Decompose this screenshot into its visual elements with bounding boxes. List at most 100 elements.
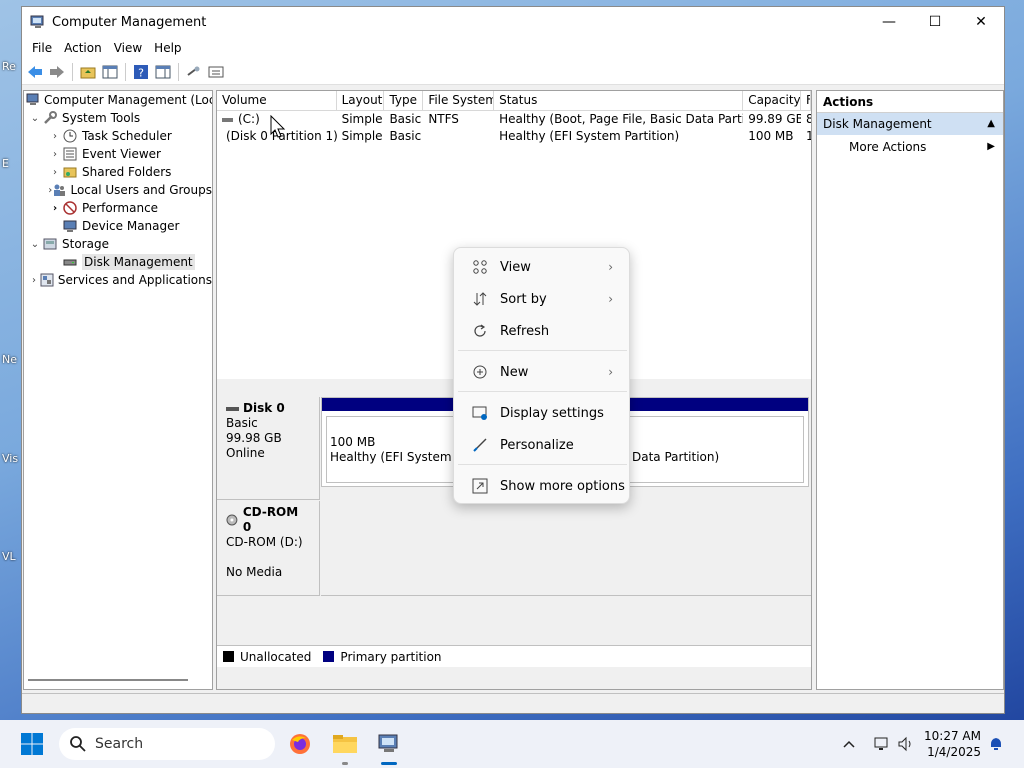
collapse-up-icon[interactable]: ▲: [987, 113, 995, 135]
event-viewer-icon: [62, 146, 78, 162]
context-item-view[interactable]: View ›: [458, 252, 627, 282]
tree-item-device-manager[interactable]: Device Manager: [24, 217, 212, 235]
title-bar[interactable]: Computer Management — ☐ ✕: [22, 7, 1004, 37]
tree-item-disk-management[interactable]: Disk Management: [24, 253, 212, 271]
disk-icon: [226, 406, 239, 411]
tree-item-task-scheduler[interactable]: › Task Scheduler: [24, 127, 212, 145]
drive-icon: [222, 117, 233, 122]
chevron-right-icon[interactable]: ›: [48, 149, 62, 160]
menu-action[interactable]: Action: [58, 41, 108, 55]
tree-item-system-tools[interactable]: ⌄ System Tools: [24, 109, 212, 127]
back-arrow-icon[interactable]: [26, 63, 44, 81]
network-icon[interactable]: [870, 728, 894, 760]
column-header-file-system[interactable]: File System: [423, 91, 495, 110]
help-icon[interactable]: ?: [132, 63, 150, 81]
chevron-right-icon: ▶: [987, 141, 995, 152]
system-clock[interactable]: 10:27 AM 1/4/2025: [924, 728, 981, 760]
grid-icon: [468, 259, 492, 275]
context-item-label: Sort by: [500, 291, 547, 307]
storage-icon: [42, 236, 58, 252]
column-header-status[interactable]: Status: [494, 91, 744, 110]
forward-arrow-icon[interactable]: [48, 63, 66, 81]
show-hide-tree-icon[interactable]: [101, 63, 119, 81]
tree-item-storage[interactable]: ⌄ Storage: [24, 235, 212, 253]
volume-icon[interactable]: [894, 728, 918, 760]
taskbar-search[interactable]: Search: [59, 728, 275, 760]
actions-pane: Actions Disk Management ▲ More Actions ▶: [816, 90, 1004, 690]
chevron-up-icon[interactable]: [834, 728, 864, 760]
brush-icon: [468, 437, 492, 453]
computer-management-taskbar-icon[interactable]: [373, 728, 405, 765]
chevron-right-icon[interactable]: ›: [48, 203, 62, 214]
desktop-label-vis[interactable]: Vis: [2, 452, 18, 465]
chevron-down-icon[interactable]: ⌄: [28, 239, 42, 250]
context-item-new[interactable]: New ›: [458, 357, 627, 387]
up-folder-icon[interactable]: [79, 63, 97, 81]
cell-file-system: [423, 128, 494, 145]
context-item-refresh[interactable]: Refresh: [458, 316, 627, 346]
firefox-icon[interactable]: [284, 728, 316, 760]
column-header-type[interactable]: Type: [384, 91, 424, 110]
tree-item-root[interactable]: Computer Management (Local: [24, 91, 212, 109]
cdrom-icon: [226, 514, 238, 526]
disk-list-icon[interactable]: [207, 63, 225, 81]
desktop-context-menu: View › Sort by › Refresh New › Display s…: [453, 247, 630, 504]
actions-header: Actions: [817, 91, 1003, 113]
tree-label: Device Manager: [82, 219, 180, 233]
desktop-label-ne[interactable]: Ne: [2, 353, 17, 366]
cdrom-label[interactable]: CD-ROM 0 CD-ROM (D:) No Media: [217, 501, 320, 596]
properties-pane-icon[interactable]: [154, 63, 172, 81]
desktop-label-e[interactable]: E: [2, 157, 9, 170]
menu-file[interactable]: File: [26, 41, 58, 55]
table-row[interactable]: (C:) Simple Basic NTFS Healthy (Boot, Pa…: [217, 111, 811, 128]
mouse-cursor-icon: [270, 115, 286, 138]
column-header-capacity[interactable]: Capacity: [743, 91, 802, 110]
menu-help[interactable]: Help: [148, 41, 187, 55]
chevron-right-icon[interactable]: ›: [48, 131, 62, 142]
toolbar-separator: [72, 62, 73, 81]
notification-bell-icon[interactable]: [984, 728, 1008, 760]
cdrom-name: CD-ROM 0: [242, 505, 299, 534]
actions-section-disk-management[interactable]: Disk Management ▲: [817, 113, 1003, 135]
tree-item-services[interactable]: › Services and Applications: [24, 271, 212, 289]
file-explorer-icon[interactable]: [329, 728, 361, 765]
chevron-right-icon[interactable]: ›: [28, 275, 40, 286]
context-item-show-more[interactable]: Show more options: [458, 471, 627, 501]
desktop-label-vl[interactable]: VL: [2, 550, 16, 563]
context-item-sort-by[interactable]: Sort by ›: [458, 284, 627, 314]
minimize-button[interactable]: —: [866, 7, 912, 37]
table-row[interactable]: (Disk 0 Partition 1) Simple Basic Health…: [217, 128, 811, 145]
disk0-state: Online: [226, 446, 265, 460]
column-header-volume[interactable]: Volume: [217, 91, 337, 110]
context-item-personalize[interactable]: Personalize: [458, 430, 627, 460]
cell-layout: Simple: [341, 112, 383, 126]
chevron-down-icon[interactable]: ⌄: [28, 113, 42, 124]
column-header-free[interactable]: F: [801, 91, 811, 110]
chevron-right-icon[interactable]: ›: [48, 167, 62, 178]
connect-icon[interactable]: [185, 63, 203, 81]
refresh-icon: [468, 323, 492, 339]
console-tree: Computer Management (Local ⌄ System Tool…: [23, 90, 213, 690]
toolbar-separator: [125, 62, 126, 81]
tree-item-shared-folders[interactable]: › Shared Folders: [24, 163, 212, 181]
tree-label: Disk Management: [82, 254, 195, 270]
svg-text:?: ?: [138, 66, 144, 79]
tree-item-local-users[interactable]: › Local Users and Groups: [24, 181, 212, 199]
tree-label: Storage: [62, 237, 109, 251]
close-button[interactable]: ✕: [958, 7, 1004, 37]
column-header-layout[interactable]: Layout: [337, 91, 385, 110]
horizontal-scrollbar[interactable]: [28, 679, 188, 681]
tree-item-performance[interactable]: › Performance: [24, 199, 212, 217]
context-item-display-settings[interactable]: Display settings: [458, 398, 627, 428]
search-icon: [70, 736, 86, 752]
tree-label: Local Users and Groups: [70, 183, 212, 197]
desktop-label-recycle[interactable]: Re: [2, 60, 16, 73]
maximize-button[interactable]: ☐: [912, 7, 958, 37]
more-actions-item[interactable]: More Actions ▶: [817, 135, 1003, 159]
tree-item-event-viewer[interactable]: › Event Viewer: [24, 145, 212, 163]
menu-view[interactable]: View: [108, 41, 148, 55]
start-button[interactable]: [16, 728, 48, 760]
disk0-label[interactable]: Disk 0 Basic 99.98 GB Online: [217, 397, 320, 500]
status-bar: [22, 693, 1004, 713]
taskbar: Search 10:27 AM 1/4/2025: [0, 720, 1024, 768]
